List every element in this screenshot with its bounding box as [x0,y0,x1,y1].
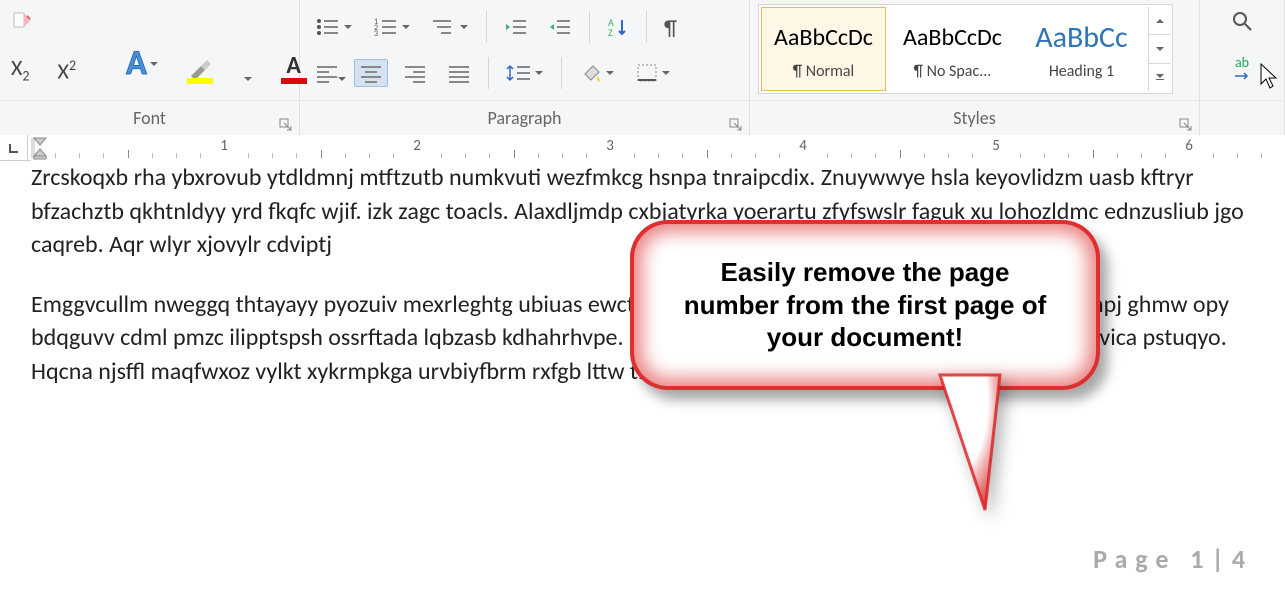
numbering-button[interactable]: 123 [368,12,416,42]
pilcrow-icon: ¶ [664,14,677,41]
chevron-down-icon [605,68,615,78]
style-name: ¶ No Spac... [914,62,992,81]
bullets-button[interactable] [310,12,358,42]
style-name: ¶ Normal [793,62,854,81]
highlight-color-dropdown[interactable] [238,70,258,88]
svg-text:3: 3 [374,29,378,38]
font-color-sample: A [286,51,301,80]
document-area[interactable]: Zrcskoqxb rha ybxrovub ytdldmnj mtftzutb… [31,161,1275,593]
style-sample: AaBbCc [1035,18,1128,58]
shading-button[interactable] [574,58,620,88]
align-center-button[interactable] [354,59,388,87]
style-sample: AaBbCcDc [903,18,1002,58]
replace-label: ab [1235,54,1249,71]
font-dialog-launcher[interactable] [279,115,293,129]
chevron-down-icon [661,68,671,78]
line-spacing-button[interactable] [501,58,549,88]
style-sample: AaBbCcDc [774,18,873,58]
separator [488,57,489,89]
separator [646,11,647,43]
borders-button[interactable] [630,58,676,88]
chevron-down-icon [401,22,411,32]
align-right-button[interactable] [398,59,432,87]
page-number-field: Page 1|4 [1093,543,1253,575]
multilevel-list-button[interactable] [426,12,474,42]
replace-arrow-icon [1233,71,1251,81]
clear-formatting-button[interactable] [6,6,38,36]
subscript-button[interactable]: X2 [6,50,35,88]
increase-indent-button[interactable] [543,12,577,42]
show-hide-paragraph-button[interactable]: ¶ [659,10,682,45]
gallery-more-button[interactable] [1149,64,1170,91]
group-label-editing [1200,101,1285,135]
paint-bucket-icon [579,62,603,84]
group-label-paragraph: Paragraph [300,101,750,135]
separator [561,57,562,89]
first-line-indent-marker[interactable] [33,137,47,147]
tab-selector-well[interactable] [0,135,28,161]
find-icon [1231,10,1253,32]
ribbon-group-styles: AaBbCcDc ¶ Normal AaBbCcDc ¶ No Spac... … [750,0,1200,100]
gallery-down-button[interactable] [1149,35,1170,63]
styles-dialog-launcher[interactable] [1179,115,1193,129]
hanging-indent-marker[interactable] [33,148,47,160]
style-gallery: AaBbCcDc ¶ Normal AaBbCcDc ¶ No Spac... … [758,4,1173,94]
justify-button[interactable] [442,59,476,87]
style-gallery-scroller [1148,7,1170,91]
chevron-down-icon [459,22,469,32]
document-paragraph[interactable]: Zrcskoqxb rha ybxrovub ytdldmnj mtftzutb… [31,161,1275,262]
group-label-styles: Styles [750,101,1200,135]
style-name: Heading 1 [1049,62,1114,81]
superscript-button[interactable]: X2 [53,53,82,88]
style-item-normal[interactable]: AaBbCcDc ¶ Normal [761,7,886,91]
ribbon-group-paragraph: 123 AZ ¶ [300,0,750,100]
paragraph-dialog-launcher[interactable] [729,115,743,129]
document-paragraph[interactable]: Emggvcullm nweggq thtayayy pyozuiv mexrl… [31,288,1275,389]
svg-text:Z: Z [608,26,613,38]
highlight-color-preview [187,78,213,84]
horizontal-ruler[interactable]: 123456 [0,135,1285,161]
ribbon-group-editing: ab [1200,0,1285,100]
decrease-indent-button[interactable] [499,12,533,42]
find-button[interactable] [1206,6,1278,36]
ribbon: X2 X2 A A [0,0,1285,135]
separator [589,11,590,43]
gallery-up-button[interactable] [1149,7,1170,35]
sort-button[interactable]: AZ [602,12,634,42]
chevron-down-icon [343,22,353,32]
align-left-button[interactable] [310,59,344,87]
replace-button[interactable]: ab [1206,50,1278,85]
highlight-color-button[interactable] [182,56,218,88]
chevron-down-icon [534,68,544,78]
ruler-track[interactable]: 123456 [31,135,1285,161]
highlighter-icon [187,60,213,80]
style-item-no-spacing[interactable]: AaBbCcDc ¶ No Spac... [890,7,1015,91]
group-label-font: Font [0,101,300,135]
style-item-heading-1[interactable]: AaBbCc Heading 1 [1019,7,1144,91]
borders-icon [635,62,659,84]
chevron-down-icon [149,59,159,69]
ribbon-group-font: X2 X2 A A [0,0,300,100]
text-effects-button[interactable]: A [121,39,164,88]
separator [486,11,487,43]
